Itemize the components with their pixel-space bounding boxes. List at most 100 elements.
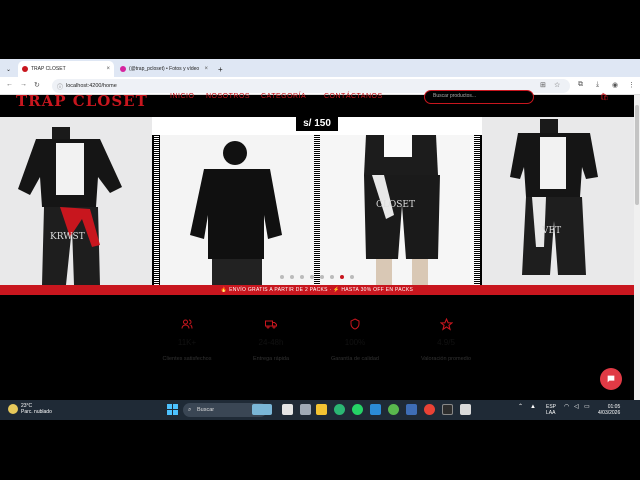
weather-desc: Parc. nublado bbox=[21, 409, 52, 415]
carousel-dot[interactable] bbox=[350, 275, 354, 279]
app-icon[interactable] bbox=[460, 404, 471, 415]
svg-text:VET: VET bbox=[541, 226, 561, 236]
stat-guarantee: 100% Garantía de calidad bbox=[310, 318, 400, 362]
windows-taskbar: 23°C Parc. nublado ⌕ Buscar ⌃ ▲ ESP LAA … bbox=[0, 400, 640, 420]
reload-icon[interactable]: ↻ bbox=[34, 81, 40, 89]
carousel-dot[interactable] bbox=[320, 275, 324, 279]
stat-label: Clientes satisfechos bbox=[162, 356, 212, 362]
profile-icon[interactable]: ◉ bbox=[612, 81, 618, 89]
carousel-slide-right[interactable]: VET bbox=[482, 117, 634, 285]
browser-tab-strip: ⌄ TRAP CLOSET × (@trap_pcloset) • Fotos … bbox=[0, 59, 640, 127]
stat-label: Garantía de calidad bbox=[330, 356, 379, 362]
weather-widget[interactable]: 23°C Parc. nublado bbox=[21, 403, 52, 415]
stat-clients: 11K+ Clientes satisfechos bbox=[142, 318, 232, 362]
instagram-icon bbox=[120, 66, 126, 72]
whatsapp-icon[interactable] bbox=[352, 404, 363, 415]
task-view-icon[interactable] bbox=[282, 404, 293, 415]
site-favicon-icon bbox=[22, 66, 28, 72]
cart-icon[interactable]: 🛍 bbox=[600, 93, 609, 101]
battery-icon[interactable]: ▭ bbox=[584, 404, 590, 410]
network-icon[interactable]: ▲ bbox=[530, 404, 536, 410]
file-icon[interactable] bbox=[300, 404, 311, 415]
nav-contactanos[interactable]: CONTÁCTANOS bbox=[324, 93, 383, 100]
shield-icon bbox=[310, 318, 400, 332]
stat-label: Entrega rápida bbox=[252, 356, 290, 362]
app-icon[interactable] bbox=[388, 404, 399, 415]
stat-value: 4.9/5 bbox=[437, 338, 455, 347]
users-icon bbox=[142, 318, 232, 332]
lang-bottom: LAA bbox=[546, 410, 556, 416]
app-icon[interactable] bbox=[406, 404, 417, 415]
site-logo[interactable]: TRAP CLOSET bbox=[16, 92, 148, 110]
extensions-icon[interactable]: ⧉ bbox=[578, 81, 583, 89]
nav-nosotros[interactable]: NOSOTROS bbox=[206, 93, 250, 100]
product-image: KRWST bbox=[18, 127, 122, 285]
product-image: VET bbox=[510, 119, 598, 275]
clock-date: 4/03/2026 bbox=[598, 410, 621, 416]
language-indicator[interactable]: ESP LAA bbox=[546, 404, 556, 416]
terminal-icon[interactable] bbox=[442, 404, 453, 415]
start-icon[interactable] bbox=[167, 404, 178, 415]
new-tab-button[interactable]: + bbox=[214, 61, 226, 77]
stat-value: 100% bbox=[344, 338, 366, 347]
volume-icon[interactable]: ◁ bbox=[574, 404, 579, 410]
chat-icon bbox=[607, 375, 615, 383]
nav-categoria[interactable]: CATEGORÍA bbox=[261, 93, 306, 100]
menu-icon[interactable]: ⋮ bbox=[628, 81, 635, 89]
tab-trap-closet[interactable]: TRAP CLOSET × bbox=[18, 61, 114, 77]
stat-rating: 4.9/5 Valoración promedio bbox=[401, 318, 491, 362]
close-icon[interactable]: × bbox=[204, 66, 208, 72]
site-header: TRAP CLOSET INICIO NOSOTROS CATEGORÍA CO… bbox=[0, 90, 634, 117]
chat-button[interactable] bbox=[600, 368, 622, 390]
forward-icon[interactable]: → bbox=[20, 81, 27, 88]
vscode-icon[interactable] bbox=[370, 404, 381, 415]
stat-label: Valoración promedio bbox=[420, 356, 472, 362]
weather-icon[interactable] bbox=[8, 404, 18, 414]
price-tag: s/ 150 bbox=[296, 117, 338, 131]
film-strip bbox=[154, 135, 159, 285]
wifi-icon[interactable]: ◠ bbox=[564, 404, 569, 410]
scrollbar-thumb[interactable] bbox=[635, 105, 639, 205]
carousel-dot[interactable] bbox=[330, 275, 334, 279]
search-icon: ⌕ bbox=[188, 406, 192, 413]
carousel-dot[interactable] bbox=[300, 275, 304, 279]
tab-instagram[interactable]: (@trap_pcloset) • Fotos y vídeo × bbox=[116, 61, 212, 77]
widgets-icon[interactable] bbox=[252, 404, 272, 415]
tab-list-button[interactable]: ⌄ bbox=[2, 61, 16, 77]
hero-carousel[interactable]: KRWST CLOSET s/ 150 VET bbox=[0, 117, 634, 285]
edge-icon[interactable] bbox=[334, 404, 345, 415]
url-text: localhost:4200/home bbox=[66, 83, 117, 89]
carousel-dot[interactable] bbox=[290, 275, 294, 279]
carousel-slide-center[interactable]: CLOSET s/ 150 bbox=[152, 117, 482, 285]
download-icon[interactable]: ⤓ bbox=[596, 81, 599, 89]
tray-chevron-icon[interactable]: ⌃ bbox=[518, 404, 523, 410]
carousel-dot[interactable] bbox=[340, 275, 344, 279]
carousel-slide-left[interactable]: KRWST bbox=[0, 117, 152, 285]
search-input[interactable]: Buscar productos... bbox=[424, 90, 534, 104]
chrome-icon[interactable] bbox=[424, 404, 435, 415]
carousel-dot[interactable] bbox=[280, 275, 284, 279]
translate-icon[interactable]: ⊞ bbox=[540, 81, 546, 89]
file-explorer-icon[interactable] bbox=[316, 404, 327, 415]
stat-value: 11K+ bbox=[177, 338, 197, 347]
site-info-icon[interactable]: ⓘ bbox=[57, 82, 63, 91]
carousel-dot[interactable] bbox=[310, 275, 314, 279]
truck-icon bbox=[226, 318, 316, 332]
nav-inicio[interactable]: INICIO bbox=[170, 93, 194, 100]
svg-text:CLOSET: CLOSET bbox=[376, 200, 415, 210]
clock[interactable]: 01:05 4/03/2026 bbox=[598, 404, 620, 416]
bookmark-star-icon[interactable]: ☆ bbox=[554, 81, 560, 89]
product-image-shorts: CLOSET bbox=[320, 135, 474, 285]
svg-text:KRWST: KRWST bbox=[50, 232, 85, 242]
tab-title: TRAP CLOSET bbox=[31, 66, 66, 72]
star-icon bbox=[401, 318, 491, 332]
close-icon[interactable]: × bbox=[106, 66, 110, 72]
film-strip bbox=[474, 135, 480, 285]
back-icon[interactable]: ← bbox=[6, 81, 13, 88]
carousel-dots bbox=[280, 275, 354, 279]
stat-delivery: 24-48h Entrega rápida bbox=[226, 318, 316, 362]
taskbar-search-label: Buscar bbox=[197, 407, 215, 413]
promo-banner: 🔥 ENVÍO GRATIS A PARTIR DE 2 PACKS · ⚡ H… bbox=[0, 285, 634, 295]
page-scrollbar[interactable] bbox=[634, 95, 640, 400]
product-image-back bbox=[160, 135, 314, 285]
